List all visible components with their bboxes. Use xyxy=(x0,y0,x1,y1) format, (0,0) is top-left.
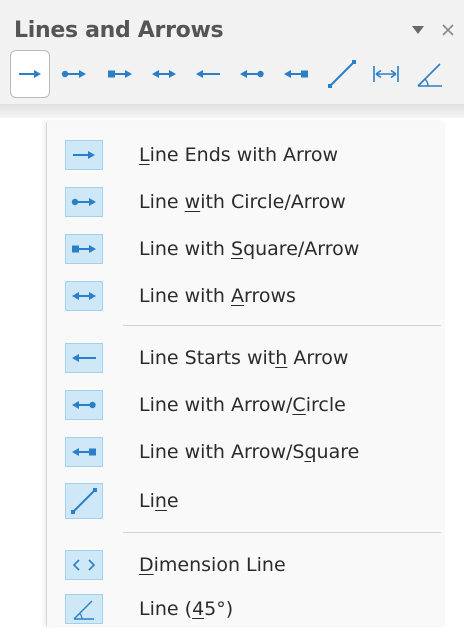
toolbar-bottom-edge xyxy=(0,104,464,118)
line-with-circle-arrow-icon xyxy=(61,70,86,78)
menu-item-line-ends-with-arrow[interactable]: Line Ends with Arrow xyxy=(47,132,445,178)
menu-item-line-45[interactable]: Line (45°) xyxy=(47,586,445,632)
menu-item-label: Line with Arrows xyxy=(139,285,296,307)
menu-item-line-with-square-arrow[interactable]: Line with Square/Arrow xyxy=(47,226,445,272)
menu-item-dimension-line[interactable]: Dimension Line xyxy=(47,542,445,588)
menu-item-label: Line with Square/Arrow xyxy=(139,238,360,260)
line-45-icon xyxy=(65,594,103,624)
dimension-line-icon xyxy=(65,550,103,580)
line-with-arrow-square-icon xyxy=(284,70,308,78)
menu-item-label: Line Ends with Arrow xyxy=(139,144,339,166)
toolbar-button-strip xyxy=(10,50,462,100)
toolbar-title: Lines and Arrows xyxy=(14,18,224,43)
menu-item-label: Line Starts with Arrow xyxy=(139,347,349,369)
lines-and-arrows-toolbar: Lines and Arrows xyxy=(0,0,464,111)
menu-item-line-starts-with-arrow[interactable]: Line Starts with Arrow xyxy=(47,335,445,381)
line-with-circle-arrow-icon xyxy=(65,187,103,217)
toolbar-window-controls xyxy=(408,16,458,44)
toolbar-button-line-starts-with-arrow[interactable] xyxy=(188,50,228,98)
menu-item-line-with-arrow-circle[interactable]: Line with Arrow/Circle xyxy=(47,382,445,428)
toolbar-button-line-with-arrow-square[interactable] xyxy=(276,50,316,98)
menu-item-label: Dimension Line xyxy=(139,554,286,576)
lines-and-arrows-dropdown-menu: Line Ends with Arrow Line with Circle/Ar… xyxy=(46,122,445,626)
line-starts-with-arrow-icon xyxy=(65,343,103,373)
toolbar-button-line-with-square-arrow[interactable] xyxy=(100,50,140,98)
menu-separator xyxy=(123,532,441,533)
menu-item-label: Line with Circle/Arrow xyxy=(139,191,346,213)
line-45-icon xyxy=(417,63,442,87)
menu-item-line-with-circle-arrow[interactable]: Line with Circle/Arrow xyxy=(47,179,445,225)
toolbar-button-line[interactable] xyxy=(322,50,362,98)
line-ends-with-arrow-icon xyxy=(65,140,103,170)
toolbar-button-dimension-line[interactable] xyxy=(366,50,406,98)
toolbar-menu-dropdown-icon[interactable] xyxy=(408,20,428,40)
toolbar-button-line-with-circle-arrow[interactable] xyxy=(54,50,94,98)
line-icon xyxy=(65,483,103,519)
line-with-arrows-icon xyxy=(65,281,103,311)
menu-item-line-with-arrows[interactable]: Line with Arrows xyxy=(47,273,445,319)
line-with-arrow-square-icon xyxy=(65,437,103,467)
line-with-square-arrow-icon xyxy=(65,234,103,264)
toolbar-button-line-with-arrows[interactable] xyxy=(144,50,184,98)
menu-item-line[interactable]: Line xyxy=(47,476,445,526)
menu-item-label: Line xyxy=(139,490,179,512)
dimension-line-icon xyxy=(373,66,399,82)
toolbar-button-line-ends-with-arrow[interactable] xyxy=(10,50,50,98)
line-icon xyxy=(328,60,356,88)
menu-item-label: Line (45°) xyxy=(139,598,234,620)
menu-separator xyxy=(123,325,441,326)
menu-item-label: Line with Arrow/Square xyxy=(139,441,360,463)
close-icon[interactable] xyxy=(438,20,458,40)
menu-item-label: Line with Arrow/Circle xyxy=(139,394,346,416)
toolbar-button-line-45[interactable] xyxy=(410,50,450,98)
line-with-arrow-circle-icon xyxy=(65,390,103,420)
line-with-square-arrow-icon xyxy=(108,70,132,78)
toolbar-button-line-with-arrow-circle[interactable] xyxy=(232,50,272,98)
line-starts-with-arrow-icon xyxy=(196,70,220,78)
line-with-arrow-circle-icon xyxy=(240,70,264,78)
line-ends-with-arrow-icon xyxy=(19,70,41,78)
menu-item-line-with-arrow-square[interactable]: Line with Arrow/Square xyxy=(47,429,445,475)
line-with-arrows-icon xyxy=(152,70,176,78)
